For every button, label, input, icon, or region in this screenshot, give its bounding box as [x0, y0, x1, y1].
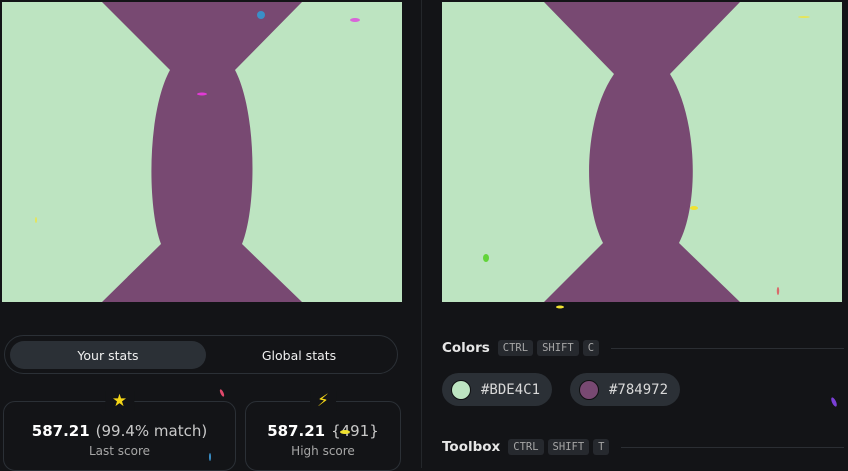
- confetti-dot: [197, 92, 207, 96]
- output-canvas[interactable]: [2, 2, 402, 302]
- color-chip-shape[interactable]: #784972: [570, 373, 681, 406]
- confetti-dot: [690, 206, 698, 210]
- high-score-label: High score: [291, 444, 355, 458]
- confetti-dot: [831, 397, 837, 407]
- colors-title: Colors: [442, 340, 490, 356]
- color-hex: #784972: [609, 381, 669, 398]
- section-rule: [621, 446, 844, 448]
- last-score-value: 587.21: [31, 422, 90, 440]
- confetti-dot: [257, 11, 265, 19]
- toolbox-section-heading: Toolbox CTRL SHIFT T: [442, 437, 844, 457]
- high-score-value-row: 587.21 {491}: [246, 422, 400, 440]
- confetti-dot: [776, 287, 780, 295]
- confetti-dot: [350, 18, 360, 22]
- confetti-dot: [219, 389, 225, 397]
- last-score-value-row: 587.21 (99.4% match): [4, 422, 235, 440]
- color-chip-background[interactable]: #BDE4C1: [442, 373, 553, 406]
- section-rule: [611, 347, 844, 349]
- high-score-card: ⚡ 587.21 {491} High score: [245, 391, 401, 471]
- confetti-dot: [483, 254, 489, 262]
- high-score-value: 587.21: [267, 422, 326, 440]
- shortcut-key: CTRL: [508, 439, 544, 455]
- color-hex: #BDE4C1: [481, 381, 541, 398]
- tab-your-stats[interactable]: Your stats: [10, 341, 206, 369]
- stats-tab-switcher: Your stats Global stats: [4, 335, 398, 374]
- star-icon: ★: [104, 391, 135, 411]
- confetti-dot: [556, 305, 564, 309]
- target-canvas: [442, 2, 842, 302]
- shortcut-key: C: [582, 340, 600, 356]
- high-score-detail: {491}: [331, 422, 379, 440]
- shortcut-key: SHIFT: [537, 340, 579, 356]
- last-score-match: (99.4% match): [95, 422, 208, 440]
- color-swatch: [451, 379, 471, 400]
- toolbox-title: Toolbox: [442, 439, 501, 455]
- colors-section-heading: Colors CTRL SHIFT C: [442, 338, 844, 358]
- color-swatch: [579, 379, 599, 400]
- shortcut-key: T: [593, 439, 610, 455]
- shortcut-key: CTRL: [497, 340, 534, 356]
- last-score-label: Last score: [88, 444, 151, 458]
- tab-global-stats[interactable]: Global stats: [206, 341, 392, 369]
- lightning-icon: ⚡: [310, 391, 336, 411]
- confetti-dot: [35, 217, 37, 223]
- last-score-card: ★ 587.21 (99.4% match) Last score: [3, 391, 236, 471]
- confetti-dot: [798, 16, 810, 18]
- shortcut-key: SHIFT: [547, 439, 590, 455]
- column-divider: [421, 0, 422, 468]
